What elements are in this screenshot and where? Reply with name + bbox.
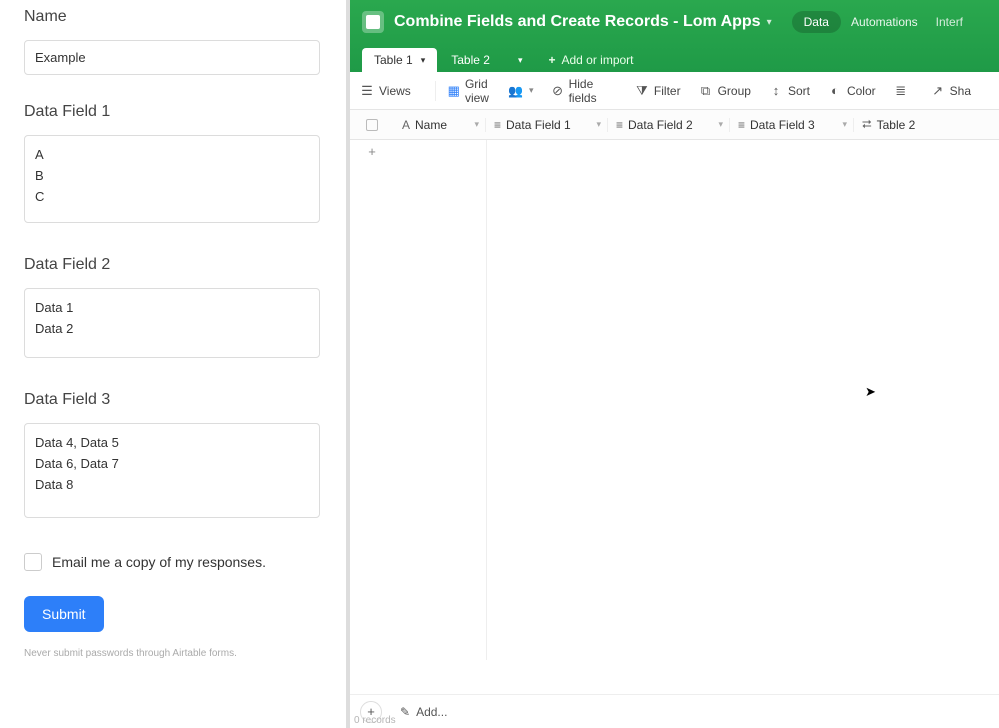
column-data-field-2[interactable]: ≡Data Field 2▾ <box>608 118 730 132</box>
chevron-down-icon[interactable]: ▾ <box>421 55 426 66</box>
chevron-down-icon[interactable]: ▾ <box>474 119 479 130</box>
data-field-3-label: Data Field 3 <box>24 391 322 409</box>
sort-icon: ↕ <box>769 83 783 98</box>
color-icon: ◐ <box>828 83 842 98</box>
column-header-row: AName▾ ≡Data Field 1▾ ≡Data Field 2▾ ≡Da… <box>350 110 999 140</box>
email-me-row[interactable]: Email me a copy of my responses. <box>24 553 322 571</box>
name-label: Name <box>24 8 322 26</box>
records-count: 0 records <box>354 715 396 726</box>
chevron-down-icon[interactable]: ▾ <box>596 119 601 130</box>
data-field-1-textarea[interactable]: A B C <box>24 135 320 223</box>
row-height-icon: ≣ <box>894 83 908 99</box>
form-pane: Name Data Field 1 A B C Data Field 2 Dat… <box>0 0 350 728</box>
email-me-label: Email me a copy of my responses. <box>52 554 266 570</box>
name-input[interactable] <box>24 40 320 75</box>
email-me-checkbox[interactable] <box>24 553 42 571</box>
magic-wand-icon: ✎ <box>400 705 410 719</box>
long-text-icon: ≡ <box>616 118 623 132</box>
group-icon: ⧉ <box>699 83 713 99</box>
airtable-pane: Combine Fields and Create Records - Lom … <box>350 0 999 728</box>
text-field-icon: A <box>402 118 410 132</box>
mouse-cursor-icon: ➤ <box>865 384 876 400</box>
column-name[interactable]: AName▾ <box>394 118 486 132</box>
add-row[interactable]: + <box>350 140 999 162</box>
chevron-down-icon[interactable]: ▾ <box>767 17 772 28</box>
select-all-column[interactable] <box>350 119 394 131</box>
submit-button[interactable]: Submit <box>24 596 104 632</box>
column-data-field-1[interactable]: ≡Data Field 1▾ <box>486 118 608 132</box>
filter-button[interactable]: ⧩Filter <box>635 83 681 99</box>
views-button[interactable]: ☰Views <box>360 83 425 99</box>
grid-footer: + ✎Add... <box>350 694 999 728</box>
column-table-2[interactable]: ⮂Table 2 <box>854 117 974 132</box>
form-disclaimer: Never submit passwords through Airtable … <box>24 648 322 659</box>
filter-icon: ⧩ <box>635 83 649 99</box>
hamburger-icon: ☰ <box>360 83 374 99</box>
color-button[interactable]: ◐Color <box>828 83 876 98</box>
chevron-down-icon[interactable]: ▾ <box>518 55 523 66</box>
long-text-icon: ≡ <box>738 118 745 132</box>
plus-icon: + <box>548 53 555 67</box>
row-height-button[interactable]: ≣ <box>894 83 913 99</box>
plus-icon[interactable]: + <box>350 144 394 159</box>
chevron-down-icon[interactable]: ▾ <box>718 119 723 130</box>
grid-view-selector[interactable]: ▦ Grid view 👥 ▾ <box>448 77 534 105</box>
hide-fields-button[interactable]: ⊘Hide fields <box>552 77 617 105</box>
chevron-down-icon[interactable]: ▾ <box>529 85 534 96</box>
tab-table-1-label: Table 1 <box>374 53 413 67</box>
share-button[interactable]: ↗Sha <box>931 83 971 99</box>
nav-data[interactable]: Data <box>792 11 841 33</box>
grid-icon: ▦ <box>448 83 460 99</box>
select-all-checkbox[interactable] <box>366 119 378 131</box>
tab-add-or-import[interactable]: + Add or import <box>536 48 645 72</box>
tab-table-2[interactable]: Table 2 ▾ <box>439 48 534 72</box>
sort-button[interactable]: ↕Sort <box>769 83 810 98</box>
grid-body[interactable]: + ➤ + ✎Add... 0 records <box>350 140 999 728</box>
app-header: Combine Fields and Create Records - Lom … <box>350 0 999 72</box>
people-icon: 👥 <box>508 84 523 98</box>
link-icon: ⮂ <box>862 117 872 132</box>
view-toolbar: ☰Views ▦ Grid view 👥 ▾ ⊘Hide fields ⧩Fil… <box>350 72 999 110</box>
eye-off-icon: ⊘ <box>552 83 564 99</box>
group-button[interactable]: ⧉Group <box>699 83 751 99</box>
column-data-field-3[interactable]: ≡Data Field 3▾ <box>730 118 854 132</box>
data-field-2-textarea[interactable]: Data 1 Data 2 <box>24 288 320 358</box>
chevron-down-icon[interactable]: ▾ <box>842 119 847 130</box>
data-field-2-label: Data Field 2 <box>24 256 322 274</box>
long-text-icon: ≡ <box>494 118 501 132</box>
app-icon <box>362 11 384 33</box>
share-icon: ↗ <box>931 83 945 99</box>
tab-add-label: Add or import <box>561 53 633 67</box>
tab-table-2-label: Table 2 <box>451 53 490 67</box>
nav-interfaces[interactable]: Interf <box>936 15 963 29</box>
empty-grid-background <box>350 140 999 694</box>
data-field-1-label: Data Field 1 <box>24 103 322 121</box>
nav-automations[interactable]: Automations <box>851 15 918 29</box>
tab-table-1[interactable]: Table 1 ▾ <box>362 48 437 72</box>
app-title[interactable]: Combine Fields and Create Records - Lom … <box>394 13 761 31</box>
data-field-3-textarea[interactable]: Data 4, Data 5 Data 6, Data 7 Data 8 <box>24 423 320 518</box>
add-extension-button[interactable]: ✎Add... <box>400 705 447 719</box>
